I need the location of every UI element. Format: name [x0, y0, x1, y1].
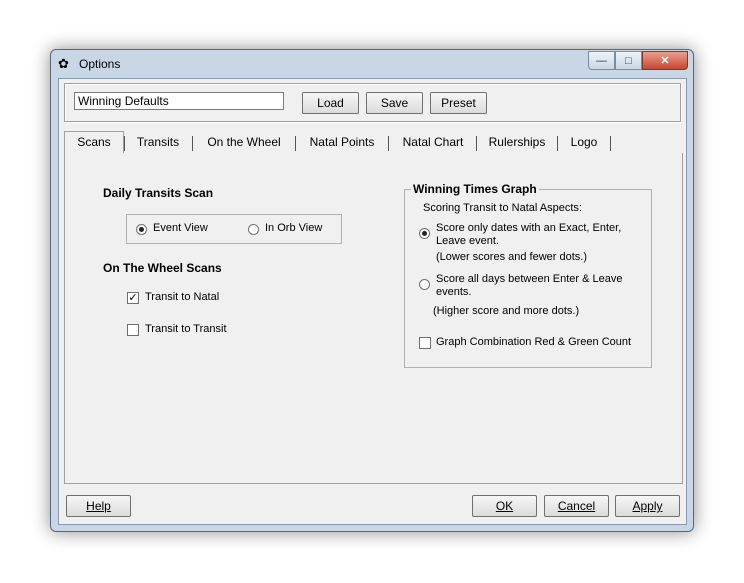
- window-title: Options: [79, 57, 121, 71]
- app-icon: ✿: [58, 56, 69, 71]
- cancel-label: Cancel: [557, 499, 596, 513]
- tab-natal-points[interactable]: Natal Points: [297, 132, 387, 152]
- graph-combination-checkbox[interactable]: [419, 337, 431, 349]
- maximize-button[interactable]: □: [615, 51, 642, 70]
- help-label: Help: [86, 499, 111, 513]
- tab-scans[interactable]: Scans: [64, 131, 124, 153]
- preset-button[interactable]: Preset: [430, 92, 487, 114]
- minimize-button[interactable]: —: [588, 51, 615, 70]
- transit-to-transit-checkbox[interactable]: [127, 324, 139, 336]
- score-exact-line1[interactable]: Score only dates with an Exact, Enter,: [436, 222, 621, 234]
- apply-button[interactable]: Apply: [615, 495, 680, 517]
- on-the-wheel-heading: On The Wheel Scans: [103, 261, 222, 275]
- scans-tab-panel: Daily Transits Scan Event View In Orb Vi…: [64, 153, 683, 484]
- tab-separator: [476, 136, 477, 151]
- tab-separator: [610, 136, 611, 151]
- tab-separator: [557, 136, 558, 151]
- transit-to-natal-label[interactable]: Transit to Natal: [145, 291, 219, 303]
- event-view-label[interactable]: Event View: [153, 222, 208, 234]
- close-button[interactable]: ✕: [642, 51, 688, 70]
- transit-to-transit-label[interactable]: Transit to Transit: [145, 323, 227, 335]
- tab-on-the-wheel[interactable]: On the Wheel: [194, 132, 294, 152]
- tab-logo[interactable]: Logo: [559, 132, 609, 152]
- score-all-days-line1[interactable]: Score all days between Enter & Leave: [436, 273, 623, 285]
- daily-transits-heading: Daily Transits Scan: [103, 186, 214, 200]
- in-orb-view-radio[interactable]: [248, 224, 259, 235]
- maximize-icon: □: [625, 54, 632, 67]
- help-button[interactable]: Help: [66, 495, 131, 517]
- score-all-days-line2[interactable]: events.: [436, 286, 471, 298]
- graph-combination-label[interactable]: Graph Combination Red & Green Count: [436, 336, 631, 348]
- winning-times-graph-title: Winning Times Graph: [411, 182, 539, 196]
- title-bar[interactable]: ✿ Options — □ ✕: [51, 50, 693, 78]
- load-button[interactable]: Load: [302, 92, 359, 114]
- ok-label: OK: [495, 499, 514, 513]
- profile-name-input[interactable]: Winning Defaults: [74, 92, 284, 110]
- scoring-subtitle: Scoring Transit to Natal Aspects:: [423, 202, 582, 214]
- score-all-days-radio[interactable]: [419, 279, 430, 290]
- in-orb-view-label[interactable]: In Orb View: [265, 222, 322, 234]
- tab-natal-chart[interactable]: Natal Chart: [390, 132, 476, 152]
- tab-transits[interactable]: Transits: [126, 132, 190, 152]
- ok-button[interactable]: OK: [472, 495, 537, 517]
- tab-rulerships[interactable]: Rulerships: [478, 132, 556, 152]
- apply-label: Apply: [632, 499, 663, 513]
- client-area: Winning Defaults Load Save Preset Scans …: [58, 78, 687, 525]
- options-window: ✿ Options — □ ✕ Winning Defaults Load Sa…: [50, 49, 694, 532]
- caption-buttons: — □ ✕: [588, 51, 688, 70]
- cancel-button[interactable]: Cancel: [544, 495, 609, 517]
- tab-separator: [192, 136, 193, 151]
- score-all-days-note: (Higher score and more dots.): [433, 305, 580, 317]
- score-exact-note: (Lower scores and fewer dots.): [436, 251, 588, 263]
- event-view-radio[interactable]: [136, 224, 147, 235]
- close-icon: ✕: [660, 55, 670, 67]
- tab-separator: [388, 136, 389, 151]
- tab-separator: [124, 136, 125, 151]
- score-exact-line2[interactable]: Leave event.: [436, 235, 499, 247]
- save-button[interactable]: Save: [366, 92, 423, 114]
- score-exact-radio[interactable]: [419, 228, 430, 239]
- transit-to-natal-checkbox[interactable]: ✓: [127, 292, 139, 304]
- minimize-icon: —: [596, 54, 607, 67]
- tab-separator: [295, 136, 296, 151]
